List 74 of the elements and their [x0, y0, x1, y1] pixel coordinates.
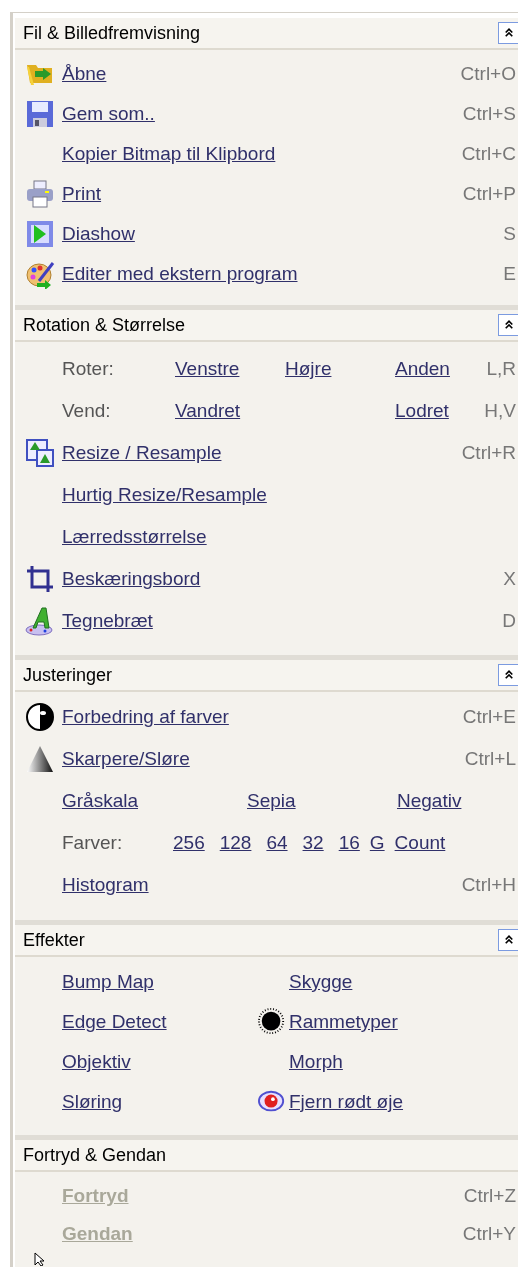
- shortcut-text: Ctrl+O: [460, 63, 516, 85]
- section-title: Rotation & Størrelse: [23, 314, 186, 336]
- menu-link[interactable]: 64: [266, 832, 288, 854]
- crop-icon: [25, 564, 55, 594]
- collapse-button[interactable]: [498, 22, 518, 44]
- menu-link[interactable]: Objektiv: [62, 1051, 131, 1073]
- menu-link[interactable]: Rammetyper: [289, 1011, 398, 1033]
- menu-link[interactable]: 32: [302, 832, 324, 854]
- menu-link[interactable]: Fjern rødt øje: [289, 1091, 404, 1113]
- menu-link[interactable]: Anden: [395, 358, 450, 379]
- collapse-button[interactable]: [498, 664, 518, 686]
- menu-link[interactable]: Venstre: [175, 358, 240, 379]
- menu-link[interactable]: Højre: [285, 358, 332, 379]
- menu-link[interactable]: Print: [62, 183, 102, 205]
- shortcut-text: L,R: [486, 358, 516, 380]
- resize-icon: [25, 438, 55, 468]
- menu-link[interactable]: Forbedring af farver: [62, 706, 229, 728]
- section-title: Effekter: [23, 929, 85, 951]
- paint-palette-icon: [25, 259, 55, 289]
- starburst-icon: [258, 1008, 286, 1036]
- shortcut-text: Ctrl+H: [461, 874, 516, 896]
- menu-link[interactable]: Vandret: [175, 400, 241, 421]
- shortcut-text: Ctrl+S: [462, 103, 516, 125]
- shortcut-text: E: [503, 263, 516, 285]
- menu-link[interactable]: Histogram: [62, 874, 149, 896]
- menu-link[interactable]: Hurtig Resize/Resample: [62, 484, 267, 506]
- menu-link[interactable]: Skarpere/Sløre: [62, 748, 190, 770]
- menu-link[interactable]: Kopier Bitmap til Klipbord: [62, 143, 276, 165]
- film-play-icon: [25, 219, 55, 249]
- shortcut-text: X: [503, 568, 516, 590]
- menu-link[interactable]: Gem som..: [62, 103, 155, 125]
- menu-link[interactable]: Skygge: [289, 971, 353, 993]
- shortcut-text: S: [503, 223, 516, 245]
- menu-link[interactable]: 256: [173, 832, 205, 854]
- shortcut-text: Ctrl+E: [462, 706, 516, 728]
- menu-link[interactable]: Tegnebræt: [62, 610, 153, 632]
- shortcut-text: Ctrl+P: [462, 183, 516, 205]
- section-title: Justeringer: [23, 664, 113, 686]
- menu-link[interactable]: Morph: [289, 1051, 343, 1073]
- shortcut-text: Ctrl+C: [461, 143, 516, 165]
- menu-link[interactable]: G: [369, 832, 385, 854]
- menu-link[interactable]: Lodret: [395, 400, 449, 421]
- shortcut-text: Ctrl+R: [461, 442, 516, 464]
- triangle-icon: [25, 744, 55, 774]
- menu-link[interactable]: Count: [394, 832, 446, 854]
- menu-link[interactable]: Bump Map: [62, 971, 154, 993]
- printer-icon: [25, 179, 55, 209]
- shortcut-text: H,V: [484, 400, 516, 422]
- option-label: Farver:: [62, 832, 124, 854]
- menu-link[interactable]: Resize / Resample: [62, 442, 222, 464]
- menu-link[interactable]: Sepia: [247, 790, 296, 811]
- shortcut-text: Ctrl+Y: [462, 1223, 516, 1245]
- contrast-circle-icon: [25, 702, 55, 732]
- menu-link[interactable]: Gråskala: [62, 790, 139, 811]
- menu-link[interactable]: Diashow: [62, 223, 135, 245]
- collapse-button[interactable]: [498, 929, 518, 951]
- menu-link[interactable]: Editer med ekstern program: [62, 263, 298, 285]
- section-title: Fil & Billedfremvisning: [23, 22, 201, 44]
- menu-link[interactable]: Edge Detect: [62, 1011, 167, 1033]
- shortcut-text: Ctrl+Z: [463, 1185, 516, 1207]
- section-title: Fortryd & Gendan: [23, 1144, 167, 1166]
- menu-link[interactable]: Sløring: [62, 1091, 123, 1113]
- menu-link[interactable]: Negativ: [397, 790, 462, 811]
- option-label: Vend:: [62, 400, 112, 422]
- shortcut-text: Ctrl+L: [464, 748, 516, 770]
- letter-pad-icon: [25, 606, 55, 636]
- menu-link[interactable]: 16: [338, 832, 360, 854]
- option-label: Roter:: [62, 358, 115, 380]
- menu-link[interactable]: 128: [219, 832, 252, 854]
- shortcut-text: D: [502, 610, 516, 632]
- menu-link[interactable]: Lærredsstørrelse: [62, 526, 207, 548]
- collapse-button[interactable]: [498, 314, 518, 336]
- menu-link[interactable]: Åbne: [62, 63, 107, 85]
- menu-link[interactable]: Beskæringsbord: [62, 568, 201, 590]
